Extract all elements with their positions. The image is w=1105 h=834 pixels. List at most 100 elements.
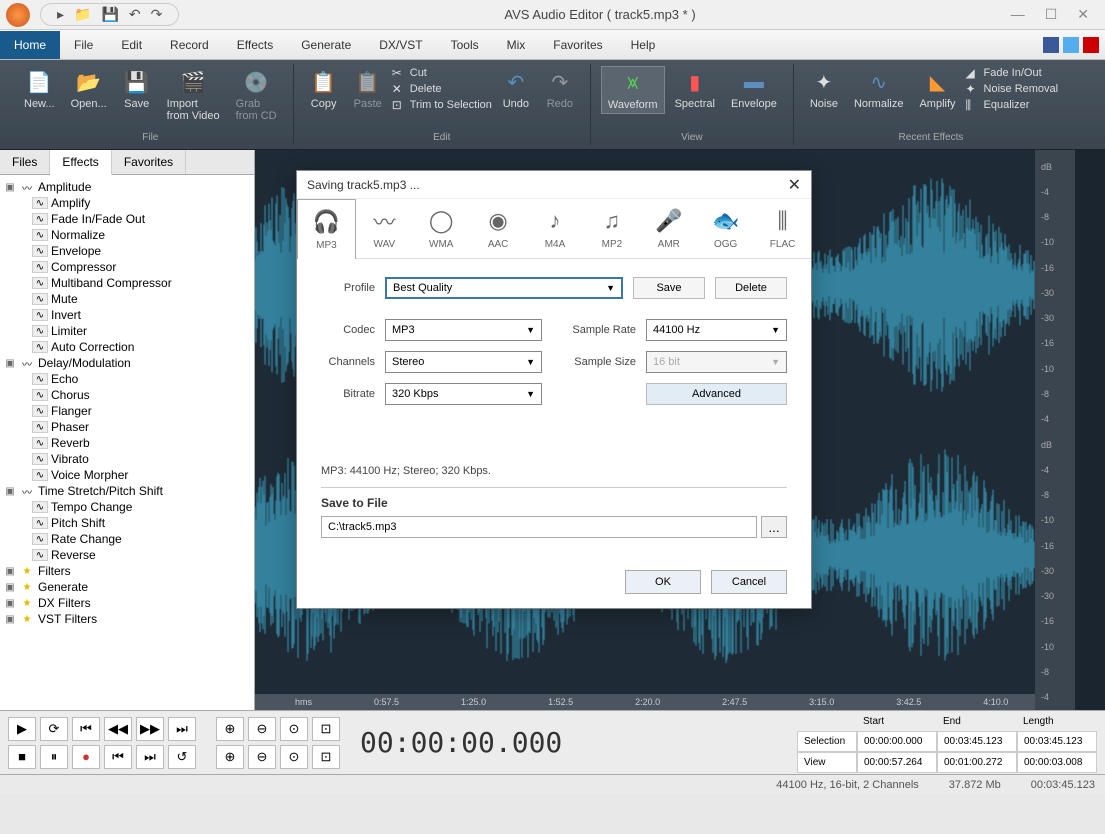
tab-effects[interactable]: Effects [223,31,287,59]
minimize-button[interactable]: — [1011,6,1025,23]
timeline[interactable]: hms0:57.51:25.01:52.52:20.02:47.53:15.03… [255,694,1035,710]
noise-removal-button[interactable]: ✦Noise Removal [966,82,1059,96]
sidebar-tab-files[interactable]: Files [0,150,50,174]
envelope-button[interactable]: ▬Envelope [725,66,783,112]
format-tab-mp2[interactable]: ♫MP2 [583,199,640,259]
tab-dxvst[interactable]: DX/VST [365,31,436,59]
undo-button[interactable]: ↶Undo [496,66,536,112]
zoom-in-button[interactable]: ⊕ [216,717,244,741]
dialog-close-button[interactable]: ✕ [788,175,801,195]
tree-item[interactable]: ∿Amplify [32,195,250,211]
noise-button[interactable]: ✦Noise [804,66,844,112]
amplify-button[interactable]: ◣Amplify [913,66,961,112]
effects-tree[interactable]: ▣〰Amplitude∿Amplify∿Fade In/Fade Out∿Nor… [0,175,254,710]
tree-item[interactable]: ∿Normalize [32,227,250,243]
tree-category-filters[interactable]: ▣★Filters [4,563,250,579]
new-button[interactable]: 📄New... [18,66,61,112]
tree-item[interactable]: ∿Voice Morpher [32,467,250,483]
zoom-sel-button[interactable]: ⊡ [312,717,340,741]
redo-button[interactable]: ↷Redo [540,66,580,112]
tree-category-generate[interactable]: ▣★Generate [4,579,250,595]
prev-marker-button[interactable]: ⏮ [104,745,132,769]
zoom-out-button[interactable]: ⊖ [248,717,276,741]
dialog-titlebar[interactable]: Saving track5.mp3 ... ✕ [297,171,811,199]
format-tab-amr[interactable]: 🎤AMR [640,199,697,259]
format-tab-flac[interactable]: ⫼FLAC [754,199,811,259]
zoom-v-sel-button[interactable]: ⊡ [312,745,340,769]
normalize-button[interactable]: ∿Normalize [848,66,910,112]
maximize-button[interactable]: ☐ [1045,6,1058,23]
follow-button[interactable]: ↺ [168,745,196,769]
format-tab-wav[interactable]: 〰WAV [356,199,413,259]
format-tab-ogg[interactable]: 🐟OGG [697,199,754,259]
rewind-button[interactable]: ◀◀ [104,717,132,741]
cancel-button[interactable]: Cancel [711,570,787,594]
paste-button[interactable]: 📋Paste [348,66,388,112]
facebook-icon[interactable] [1043,37,1059,53]
ok-button[interactable]: OK [625,570,701,594]
tree-item[interactable]: ∿Pitch Shift [32,515,250,531]
zoom-v-fit-button[interactable]: ⊙ [280,745,308,769]
codec-combo[interactable]: MP3▼ [385,319,542,341]
undo-icon[interactable]: ↶ [129,6,141,23]
advanced-button[interactable]: Advanced [646,383,787,405]
tree-item[interactable]: ∿Rate Change [32,531,250,547]
tree-item[interactable]: ∿Reverb [32,435,250,451]
fadeinout-button[interactable]: ◢Fade In/Out [966,66,1059,80]
next-marker-button[interactable]: ⏭ [136,745,164,769]
browse-button[interactable]: ... [761,516,787,538]
profile-combo[interactable]: Best Quality▼ [385,277,623,299]
grab-cd-button[interactable]: 💿Grab from CD [230,66,283,124]
tab-mix[interactable]: Mix [493,31,540,59]
loop-button[interactable]: ⟳ [40,717,68,741]
zoom-v-out-button[interactable]: ⊖ [248,745,276,769]
folder-icon[interactable]: 📁 [74,6,91,23]
tree-category-time[interactable]: ▣〰Time Stretch/Pitch Shift [4,483,250,499]
tree-item[interactable]: ∿Phaser [32,419,250,435]
tree-item[interactable]: ∿Compressor [32,259,250,275]
youtube-icon[interactable] [1083,37,1099,53]
twitter-icon[interactable] [1063,37,1079,53]
sidebar-tab-favorites[interactable]: Favorites [112,150,186,174]
tree-item[interactable]: ∿Reverse [32,547,250,563]
tree-category-vstfilters[interactable]: ▣★VST Filters [4,611,250,627]
channels-combo[interactable]: Stereo▼ [385,351,542,373]
file-path-input[interactable]: C:\track5.mp3 [321,516,757,538]
tree-item[interactable]: ∿Mute [32,291,250,307]
tree-category-dxfilters[interactable]: ▣★DX Filters [4,595,250,611]
tab-edit[interactable]: Edit [107,31,156,59]
tree-item[interactable]: ∿Vibrato [32,451,250,467]
tree-category-delay[interactable]: ▣〰Delay/Modulation [4,355,250,371]
skip-start-button[interactable]: ⏮ [72,717,100,741]
tree-item[interactable]: ∿Echo [32,371,250,387]
tab-tools[interactable]: Tools [437,31,493,59]
equalizer-button[interactable]: ⫼Equalizer [966,98,1059,112]
cut-button[interactable]: ✂Cut [392,66,492,80]
tree-item[interactable]: ∿Auto Correction [32,339,250,355]
samplerate-combo[interactable]: 44100 Hz▼ [646,319,787,341]
save-button[interactable]: 💾Save [117,66,157,112]
format-tab-mp3[interactable]: 🎧MP3 [297,199,356,259]
tree-item[interactable]: ∿Fade In/Fade Out [32,211,250,227]
tree-category-amplitude[interactable]: ▣〰Amplitude [4,179,250,195]
import-button[interactable]: 🎬Import from Video [161,66,226,124]
tree-item[interactable]: ∿Limiter [32,323,250,339]
pause-button[interactable]: ⏸ [40,745,68,769]
record-button[interactable]: ● [72,745,100,769]
tab-record[interactable]: Record [156,31,223,59]
tree-item[interactable]: ∿Invert [32,307,250,323]
tree-item[interactable]: ∿Tempo Change [32,499,250,515]
save-icon[interactable]: 💾 [101,6,118,23]
stop-button[interactable]: ■ [8,745,36,769]
tree-item[interactable]: ∿Multiband Compressor [32,275,250,291]
zoom-fit-button[interactable]: ⊙ [280,717,308,741]
tree-item[interactable]: ∿Flanger [32,403,250,419]
tree-item[interactable]: ∿Chorus [32,387,250,403]
forward-button[interactable]: ▶▶ [136,717,164,741]
tree-item[interactable]: ∿Envelope [32,243,250,259]
play-button[interactable]: ▶ [8,717,36,741]
profile-delete-button[interactable]: Delete [715,277,787,299]
zoom-v-in-button[interactable]: ⊕ [216,745,244,769]
skip-end-button[interactable]: ⏭ [168,717,196,741]
format-tab-wma[interactable]: ◯WMA [413,199,470,259]
